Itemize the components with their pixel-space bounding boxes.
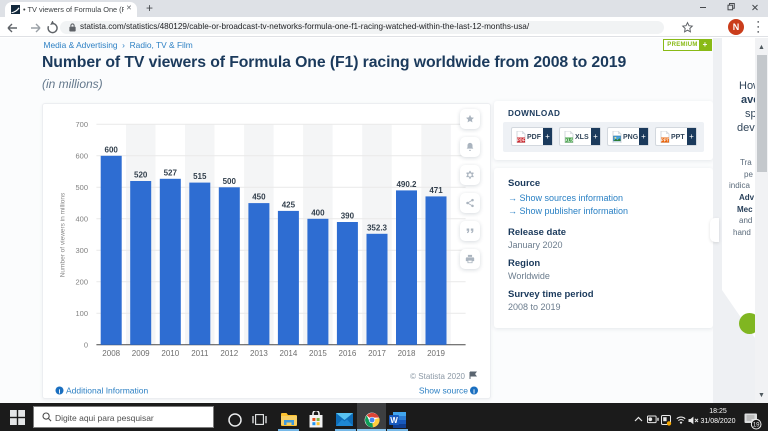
svg-text:2010: 2010 bbox=[161, 349, 179, 358]
svg-text:450: 450 bbox=[252, 193, 266, 202]
svg-text:2013: 2013 bbox=[250, 349, 268, 358]
svg-text:2017: 2017 bbox=[368, 349, 386, 358]
svg-text:XLS: XLS bbox=[565, 138, 573, 143]
svg-text:490.2: 490.2 bbox=[396, 180, 417, 189]
svg-text:100: 100 bbox=[75, 309, 88, 318]
svg-text:PDF: PDF bbox=[517, 138, 526, 143]
svg-text:515: 515 bbox=[193, 172, 207, 181]
svg-text:2009: 2009 bbox=[132, 349, 150, 358]
svg-text:425: 425 bbox=[282, 200, 296, 209]
svg-text:2014: 2014 bbox=[280, 349, 298, 358]
svg-text:0: 0 bbox=[84, 340, 88, 349]
svg-text:2015: 2015 bbox=[309, 349, 327, 358]
svg-text:Additional Information: Additional Information bbox=[66, 386, 148, 396]
svg-text:i: i bbox=[59, 389, 61, 396]
svg-text:2011: 2011 bbox=[191, 349, 209, 358]
svg-text:471: 471 bbox=[429, 186, 443, 195]
svg-text:527: 527 bbox=[164, 168, 178, 177]
svg-text:520: 520 bbox=[134, 171, 148, 180]
svg-text:600: 600 bbox=[75, 151, 88, 160]
svg-text:19: 19 bbox=[753, 422, 760, 428]
svg-text:2019: 2019 bbox=[427, 349, 445, 358]
svg-text:400: 400 bbox=[311, 208, 325, 217]
svg-text:600: 600 bbox=[105, 145, 119, 154]
svg-text:2008: 2008 bbox=[102, 349, 120, 358]
svg-text:700: 700 bbox=[75, 120, 88, 129]
svg-text:2016: 2016 bbox=[339, 349, 357, 358]
svg-text:© Statista 2020: © Statista 2020 bbox=[410, 372, 465, 381]
svg-text:300: 300 bbox=[75, 246, 88, 255]
svg-text:200: 200 bbox=[75, 277, 88, 286]
svg-text:PPT: PPT bbox=[661, 138, 670, 143]
svg-text:2012: 2012 bbox=[220, 349, 238, 358]
svg-text:Show source: Show source bbox=[419, 386, 468, 396]
svg-text:390: 390 bbox=[341, 212, 355, 221]
svg-text:2018: 2018 bbox=[398, 349, 416, 358]
svg-text:352.3: 352.3 bbox=[367, 223, 388, 232]
svg-text:Number of viewers in millions: Number of viewers in millions bbox=[60, 192, 67, 277]
svg-text:500: 500 bbox=[223, 177, 237, 186]
svg-text:500: 500 bbox=[75, 183, 88, 192]
svg-text:i: i bbox=[473, 389, 475, 396]
svg-text:400: 400 bbox=[75, 214, 88, 223]
svg-text:W: W bbox=[390, 416, 398, 425]
